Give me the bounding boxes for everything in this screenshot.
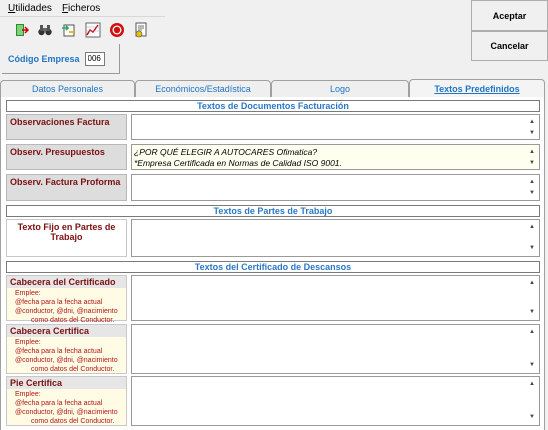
scroll-up-icon[interactable]: ▲ [529, 117, 535, 128]
scroll-down-icon[interactable]: ▼ [529, 158, 535, 169]
cabecera-certificado-label: Cabecera del Certificado Emplee: @fecha … [6, 275, 127, 324]
scrollbar[interactable]: ▲ ▼ [525, 145, 539, 169]
section-certificado: Textos del Certificado de Descansos [6, 261, 540, 273]
scrollbar[interactable]: ▲ ▼ [525, 175, 539, 200]
help-line-3: como datos del Conductor. [31, 366, 115, 373]
obs-proforma-label: Observ. Factura Proforma [6, 174, 127, 201]
scroll-up-icon[interactable]: ▲ [529, 147, 535, 158]
aceptar-button[interactable]: Aceptar [471, 0, 548, 31]
stop-icon[interactable] [108, 21, 126, 39]
chart-icon[interactable] [84, 21, 102, 39]
cabecera-certificado-title: Cabecera del Certificado [7, 276, 126, 288]
scrollbar[interactable]: ▲ ▼ [525, 325, 539, 373]
scrollbar[interactable]: ▲ ▼ [525, 377, 539, 425]
toolbar [0, 18, 165, 42]
texto-fijo-label: Texto Fijo en Partes de Trabajo [6, 219, 127, 257]
help-text: Emplee: @fecha para la fecha actual @con… [7, 389, 126, 428]
tab-label: Textos Predefinidos [434, 83, 520, 94]
help-line-1: @fecha para la fecha actual [15, 400, 103, 407]
help-line-3: como datos del Conductor. [31, 418, 115, 425]
obs-presupuestos-label: Observ. Presupuestos [6, 144, 127, 170]
scroll-up-icon[interactable]: ▲ [529, 177, 535, 188]
scroll-up-icon[interactable]: ▲ [529, 222, 535, 233]
scrollbar[interactable]: ▲ ▼ [525, 220, 539, 256]
help-text: Emplee: @fecha para la fecha actual @con… [7, 288, 126, 327]
help-line-1: @fecha para la fecha actual [15, 348, 103, 355]
scroll-down-icon[interactable]: ▼ [529, 360, 535, 371]
presupuestos-line-1: ¿POR QUÉ ELEGIR A AUTOCARES Ofimatica? [134, 147, 318, 157]
tab-logo[interactable]: Logo [271, 80, 409, 97]
cancelar-label: Cancelar [490, 41, 529, 51]
cabecera-certificado-field[interactable]: ▲ ▼ [131, 275, 540, 321]
help-line-2: @conductor, @dni, @nacimiento [15, 357, 118, 364]
tab-label: Económicos/Estadística [155, 84, 251, 94]
pie-certifica-title: Pie Certifica [7, 377, 126, 389]
obs-factura-label: Observaciones Factura [6, 114, 127, 140]
help-emplee: Emplee: [15, 339, 41, 346]
scrollbar[interactable]: ▲ ▼ [525, 115, 539, 139]
pie-certifica-label: Pie Certifica Emplee: @fecha para la fec… [6, 376, 127, 426]
empresa-box: Código Empresa [2, 44, 120, 74]
menu-utilidades[interactable]: Utilidades [8, 3, 52, 14]
obs-proforma-field[interactable]: ▲ ▼ [131, 174, 540, 201]
help-line-1: @fecha para la fecha actual [15, 299, 103, 306]
tab-textos-predefinidos[interactable]: Textos Predefinidos [409, 79, 545, 97]
tab-economicos[interactable]: Económicos/Estadística [135, 80, 271, 97]
obs-factura-field[interactable]: ▲ ▼ [131, 114, 540, 140]
binoculars-icon[interactable] [36, 21, 54, 39]
help-text: Emplee: @fecha para la fecha actual @con… [7, 337, 126, 376]
scroll-up-icon[interactable]: ▲ [529, 327, 535, 338]
tab-bar: Datos Personales Económicos/Estadística … [0, 79, 548, 97]
help-emplee: Emplee: [15, 391, 41, 398]
section-partes: Textos de Partes de Trabajo [6, 205, 540, 217]
presupuestos-line-2: *Empresa Certificada en Normas de Calida… [134, 158, 342, 168]
section-facturacion: Textos de Documentos Facturación [6, 100, 540, 112]
menu-bar: Utilidades Ficheros [0, 0, 165, 17]
tab-label: Logo [329, 84, 351, 94]
help-line-2: @conductor, @dni, @nacimiento [15, 409, 118, 416]
help-line-2: @conductor, @dni, @nacimiento [15, 308, 118, 315]
cabecera-certifica-title: Cabecera Certifica [7, 325, 126, 337]
menu-ficheros[interactable]: Ficheros [62, 3, 100, 14]
scroll-down-icon[interactable]: ▼ [529, 128, 535, 139]
exit-icon[interactable] [12, 21, 30, 39]
tab-datos-personales[interactable]: Datos Personales [0, 80, 135, 97]
scroll-down-icon[interactable]: ▼ [529, 307, 535, 318]
empresa-label: Código Empresa [8, 53, 80, 64]
empresa-input[interactable] [84, 51, 105, 66]
import-icon[interactable] [60, 21, 78, 39]
scrollbar[interactable]: ▲ ▼ [525, 276, 539, 320]
tab-label: Datos Personales [31, 84, 104, 94]
scroll-up-icon[interactable]: ▲ [529, 278, 535, 289]
obs-presupuestos-field[interactable]: ¿POR QUÉ ELEGIR A AUTOCARES Ofimatica? *… [131, 144, 540, 170]
scroll-down-icon[interactable]: ▼ [529, 188, 535, 199]
report-icon[interactable] [132, 21, 150, 39]
cabecera-certifica-field[interactable]: ▲ ▼ [131, 324, 540, 374]
scroll-down-icon[interactable]: ▼ [529, 412, 535, 423]
cabecera-certifica-label: Cabecera Certifica Emplee: @fecha para l… [6, 324, 127, 374]
help-emplee: Emplee: [15, 290, 41, 297]
pie-certifica-field[interactable]: ▲ ▼ [131, 376, 540, 426]
cancelar-button[interactable]: Cancelar [471, 31, 548, 61]
scroll-up-icon[interactable]: ▲ [529, 379, 535, 390]
textos-panel: Textos de Documentos Facturación Observa… [0, 97, 545, 430]
scroll-down-icon[interactable]: ▼ [529, 243, 535, 254]
texto-fijo-field[interactable]: ▲ ▼ [131, 219, 540, 257]
aceptar-label: Aceptar [492, 10, 527, 21]
